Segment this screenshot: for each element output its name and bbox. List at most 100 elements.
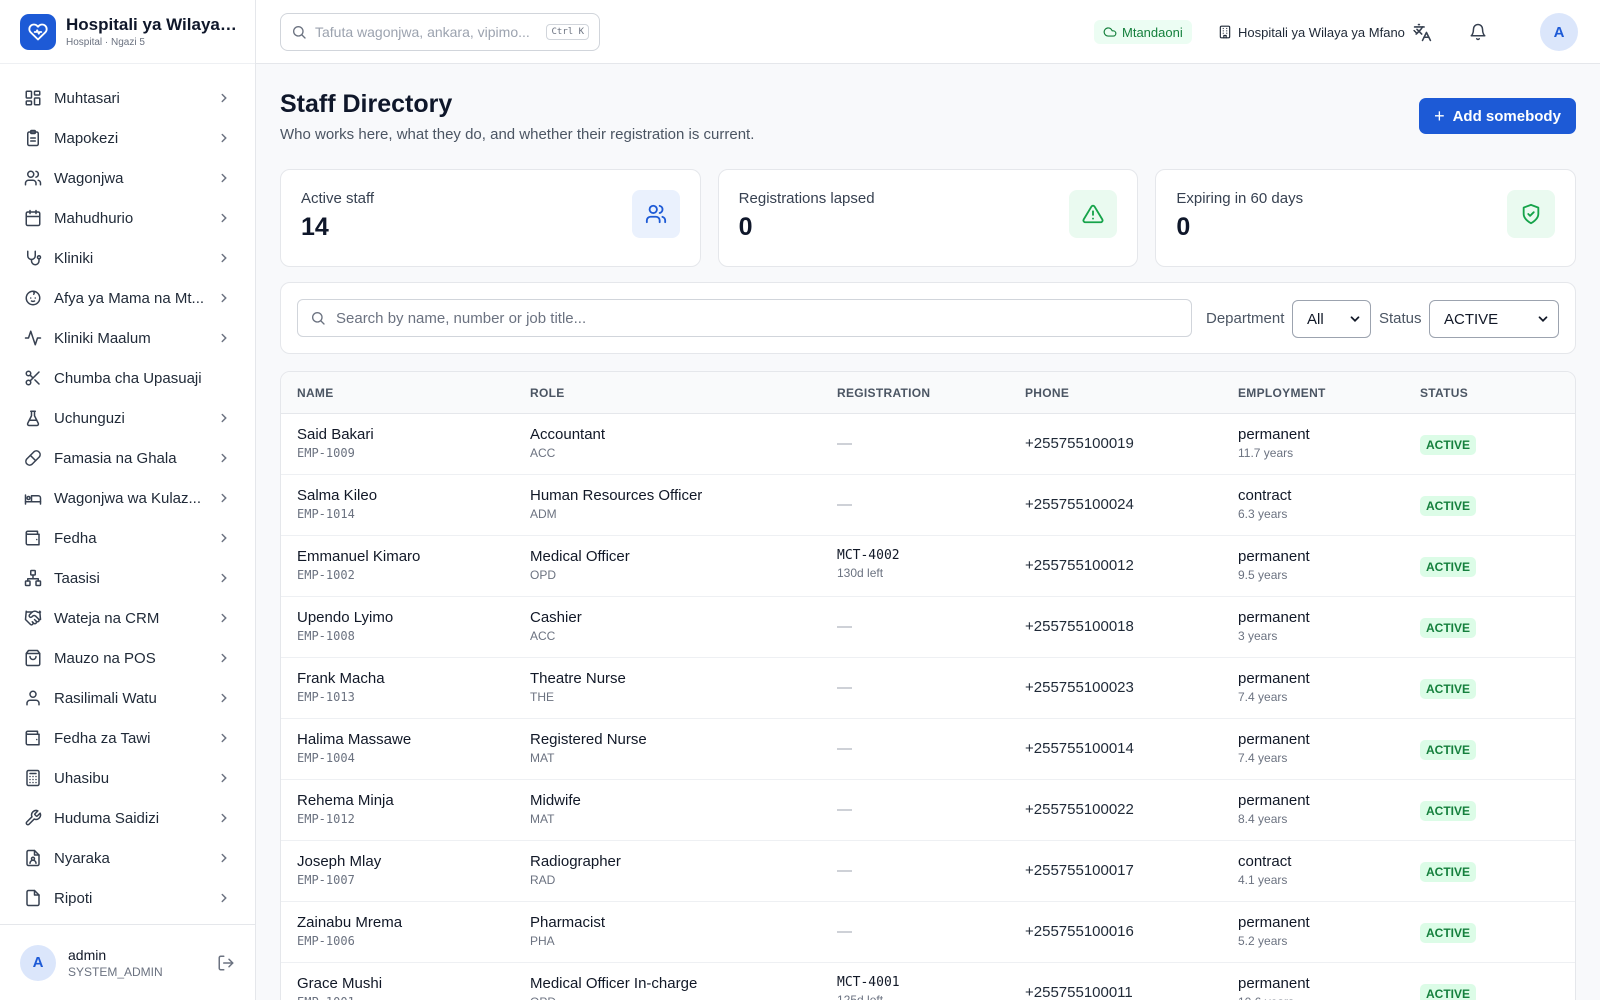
chevron-right-icon bbox=[217, 291, 231, 305]
table-header: NAME ROLE REGISTRATION PHONE EMPLOYMENT STATU… bbox=[281, 372, 1575, 414]
table-row[interactable]: Grace Mushi EMP-1001 Medical Officer In-ch… bbox=[281, 963, 1575, 1000]
sidebar-item-6[interactable]: Afya ya Mama na Mt... bbox=[0, 278, 255, 318]
phone-number: +255755100017 bbox=[1025, 862, 1134, 879]
stat-value: 14 bbox=[301, 213, 329, 241]
sidebar-item-16[interactable]: Rasilimali Watu bbox=[0, 678, 255, 718]
staff-name[interactable]: Emmanuel Kimaro bbox=[297, 548, 420, 565]
sidebar-item-1[interactable]: Muhtasari bbox=[0, 78, 255, 118]
facility-selector[interactable]: Hospitali ya Wilaya ya Mfano bbox=[1218, 20, 1423, 44]
sidebar-item-11[interactable]: Wagonjwa wa Kulaz... bbox=[0, 478, 255, 518]
status-badge: ACTIVE bbox=[1420, 740, 1477, 760]
chevron-right-icon bbox=[217, 891, 231, 905]
status-select[interactable]: ACTIVE bbox=[1429, 300, 1559, 338]
role-title: Medical Officer In-charge bbox=[530, 975, 698, 992]
phone-number: +255755100018 bbox=[1025, 618, 1134, 635]
sidebar-item-8[interactable]: Chumba cha Upasuaji bbox=[0, 358, 255, 398]
employment-type: contract bbox=[1238, 853, 1292, 870]
add-somebody-button[interactable]: + Add somebody bbox=[1419, 98, 1576, 134]
employee-number: EMP-1007 bbox=[297, 873, 355, 887]
table-body: Said Bakari EMP-1009 Accountant ACC — +255755… bbox=[281, 414, 1575, 1000]
table-row[interactable]: Zainabu Mrema EMP-1006 Pharmacist PHA — +2557… bbox=[281, 902, 1575, 963]
column-header[interactable]: ROLE bbox=[530, 386, 565, 400]
table-row[interactable]: Halima Massawe EMP-1004 Registered Nurse MA… bbox=[281, 719, 1575, 780]
page-subtitle: Who works here, what they do, and whethe… bbox=[280, 126, 755, 143]
column-header[interactable]: NAME bbox=[297, 386, 334, 400]
file-user-icon bbox=[24, 849, 42, 867]
table-row[interactable]: Joseph Mlay EMP-1007 Radiographer RAD — +2557… bbox=[281, 841, 1575, 902]
table-row[interactable]: Frank Macha EMP-1013 Theatre Nurse THE — +255… bbox=[281, 658, 1575, 719]
sidebar-item-2[interactable]: Mapokezi bbox=[0, 118, 255, 158]
staff-name[interactable]: Salma Kileo bbox=[297, 487, 377, 504]
sidebar-item-5[interactable]: Kliniki bbox=[0, 238, 255, 278]
calculator-icon bbox=[24, 769, 42, 787]
table-row[interactable]: Said Bakari EMP-1009 Accountant ACC — +255755… bbox=[281, 414, 1575, 475]
status-badge: ACTIVE bbox=[1420, 435, 1477, 455]
sidebar-item-15[interactable]: Mauzo na POS bbox=[0, 638, 255, 678]
wrench-icon bbox=[24, 809, 42, 827]
employment-duration: 10.6 years bbox=[1238, 995, 1310, 1000]
sidebar-item-14[interactable]: Wateja na CRM bbox=[0, 598, 255, 638]
table-row[interactable]: Salma Kileo EMP-1014 Human Resources Offic… bbox=[281, 475, 1575, 536]
column-header[interactable]: PHONE bbox=[1025, 386, 1069, 400]
registration-empty: — bbox=[837, 618, 852, 635]
employment-duration: 7.4 years bbox=[1238, 751, 1288, 765]
column-header[interactable]: EMPLOYMENT bbox=[1238, 386, 1326, 400]
logout-icon[interactable] bbox=[217, 954, 235, 972]
table-row[interactable]: Upendo Lyimo EMP-1008 Cashier ACC — +25575510… bbox=[281, 597, 1575, 658]
sidebar-item-3[interactable]: Wagonjwa bbox=[0, 158, 255, 198]
activity-icon bbox=[24, 329, 42, 347]
chevron-right-icon bbox=[217, 691, 231, 705]
baby-icon bbox=[24, 289, 42, 307]
staff-name[interactable]: Grace Mushi bbox=[297, 975, 382, 992]
chevron-right-icon bbox=[217, 811, 231, 825]
employee-number: EMP-1002 bbox=[297, 568, 355, 582]
table-row[interactable]: Emmanuel Kimaro EMP-1002 Medical Officer OP… bbox=[281, 536, 1575, 597]
staff-search-input[interactable]: Search by name, number or job title... bbox=[297, 299, 1192, 337]
sidebar-item-label: Ripoti bbox=[54, 889, 93, 907]
employee-number: EMP-1006 bbox=[297, 934, 355, 948]
department-code: PHA bbox=[530, 934, 555, 948]
translate-icon[interactable] bbox=[1410, 20, 1434, 44]
chevron-right-icon bbox=[217, 731, 231, 745]
sidebar-item-17[interactable]: Fedha za Tawi bbox=[0, 718, 255, 758]
department-select[interactable]: All bbox=[1292, 300, 1371, 338]
staff-name[interactable]: Said Bakari bbox=[297, 426, 374, 443]
sidebar-item-18[interactable]: Uhasibu bbox=[0, 758, 255, 798]
chevron-right-icon bbox=[217, 531, 231, 545]
sidebar-item-9[interactable]: Uchunguzi bbox=[0, 398, 255, 438]
column-header[interactable]: STATUS bbox=[1420, 386, 1468, 400]
facility-name: Hospitali ya Wilaya ya Mfano bbox=[1238, 24, 1405, 40]
sidebar-item-19[interactable]: Huduma Saidizi bbox=[0, 798, 255, 838]
sidebar-item-4[interactable]: Mahudhurio bbox=[0, 198, 255, 238]
employee-number: EMP-1001 bbox=[297, 995, 382, 1000]
filter-bar: Search by name, number or job title... D… bbox=[280, 282, 1576, 354]
status-value: ACTIVE bbox=[1444, 310, 1499, 328]
user-profile[interactable]: A admin SYSTEM_ADMIN bbox=[0, 924, 255, 1000]
staff-name[interactable]: Zainabu Mrema bbox=[297, 914, 402, 931]
sidebar-item-20[interactable]: Nyaraka bbox=[0, 838, 255, 878]
calendar-icon bbox=[24, 209, 42, 227]
column-header[interactable]: REGISTRATION bbox=[837, 386, 930, 400]
staff-name[interactable]: Halima Massawe bbox=[297, 731, 411, 748]
staff-name[interactable]: Rehema Minja bbox=[297, 792, 394, 809]
sidebar-item-label: Kliniki Maalum bbox=[54, 329, 151, 347]
employment-cell: permanent 10.6 years bbox=[1238, 975, 1310, 1000]
staff-name[interactable]: Frank Macha bbox=[297, 670, 385, 687]
sidebar-item-10[interactable]: Famasia na Ghala bbox=[0, 438, 255, 478]
sidebar-item-21[interactable]: Ripoti bbox=[0, 878, 255, 918]
search-icon bbox=[310, 310, 326, 326]
department-code: ACC bbox=[530, 446, 556, 460]
chevron-right-icon bbox=[217, 571, 231, 585]
sidebar-item-13[interactable]: Taasisi bbox=[0, 558, 255, 598]
topbar-avatar[interactable]: A bbox=[1540, 13, 1578, 51]
table-row[interactable]: Rehema Minja EMP-1012 Midwife MAT — +25575510… bbox=[281, 780, 1575, 841]
users-icon bbox=[24, 169, 42, 187]
sidebar-item-7[interactable]: Kliniki Maalum bbox=[0, 318, 255, 358]
sidebar-item-label: Uchunguzi bbox=[54, 409, 125, 427]
staff-name[interactable]: Joseph Mlay bbox=[297, 853, 381, 870]
bell-icon[interactable] bbox=[1466, 20, 1490, 44]
global-search-input[interactable]: Tafuta wagonjwa, ankara, vipimo... Ctrl … bbox=[280, 13, 600, 51]
sidebar-item-12[interactable]: Fedha bbox=[0, 518, 255, 558]
brand[interactable]: Hospitali ya Wilaya ... Hospital · Ngazi… bbox=[0, 0, 255, 64]
staff-name[interactable]: Upendo Lyimo bbox=[297, 609, 393, 626]
